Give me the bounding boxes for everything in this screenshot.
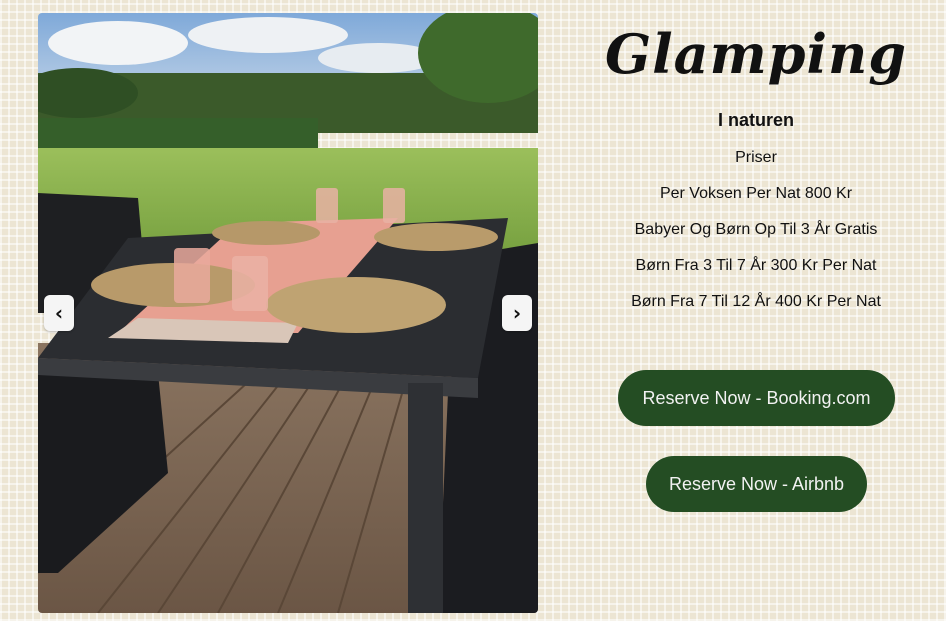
slider-photo: [38, 13, 538, 613]
slider-prev-button[interactable]: ‹: [44, 295, 74, 331]
price-line: Per Voksen Per Nat 800 Kr: [659, 185, 853, 202]
price-line: Børn Fra 3 Til 7 År 300 Kr Per Nat: [635, 257, 877, 274]
chevron-left-icon: ‹: [54, 301, 64, 325]
reserve-booking-button[interactable]: Reserve Now - Booking.com: [618, 370, 895, 426]
price-line: Babyer Og Børn Op Til 3 År Gratis: [634, 221, 878, 238]
price-line: Børn Fra 7 Til 12 År 400 Kr Per Nat: [631, 293, 881, 310]
prices-heading: Priser: [735, 149, 777, 166]
slider-next-button[interactable]: ›: [502, 295, 532, 331]
photo-slider[interactable]: [38, 13, 538, 613]
reserve-airbnb-button[interactable]: Reserve Now - Airbnb: [646, 456, 867, 512]
subtitle: I naturen: [717, 110, 794, 130]
brand-title: Glamping: [604, 22, 908, 86]
chevron-right-icon: ›: [512, 301, 522, 325]
info-panel: Glamping I naturen Priser Per Voksen Per…: [595, 0, 917, 311]
